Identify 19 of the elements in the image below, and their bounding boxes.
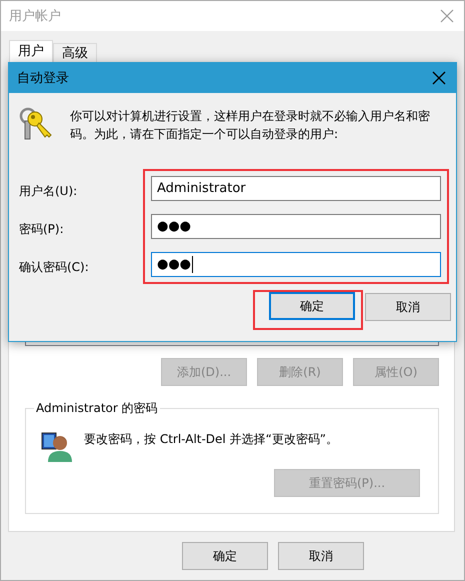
dialog-button[interactable]: 确定: [269, 292, 355, 320]
tab[interactable]: 高级: [53, 43, 97, 62]
dialog-button[interactable]: 取消: [278, 542, 364, 570]
dialog-title: 自动登录: [17, 70, 69, 87]
dialog-button[interactable]: 取消: [365, 293, 451, 321]
description-text: 你可以对计算机进行设置，这样用户在登录时就不必输入用户名和密码。为此，请在下面指定一个可以自动登录的用户:: [70, 108, 430, 143]
instruction-text: 要改密码，按 Ctrl-Alt-Del 并选择“更改密码”。: [84, 431, 338, 448]
window-title: 用户帐户: [9, 8, 61, 25]
input-field[interactable]: ●●●: [151, 214, 441, 239]
keys-icon: [19, 107, 53, 141]
close-icon[interactable]: [432, 71, 446, 85]
input-field[interactable]: Administrator: [151, 176, 441, 201]
input-field[interactable]: ●●●: [151, 252, 441, 277]
field-label: 用户名(U):: [19, 183, 78, 200]
field-label: 确认密码(C):: [19, 259, 90, 276]
tab[interactable]: 用户: [9, 40, 53, 62]
dialog-button[interactable]: 确定: [182, 542, 268, 570]
close-icon[interactable]: [440, 9, 454, 23]
field-label: 密码(P):: [19, 221, 65, 238]
